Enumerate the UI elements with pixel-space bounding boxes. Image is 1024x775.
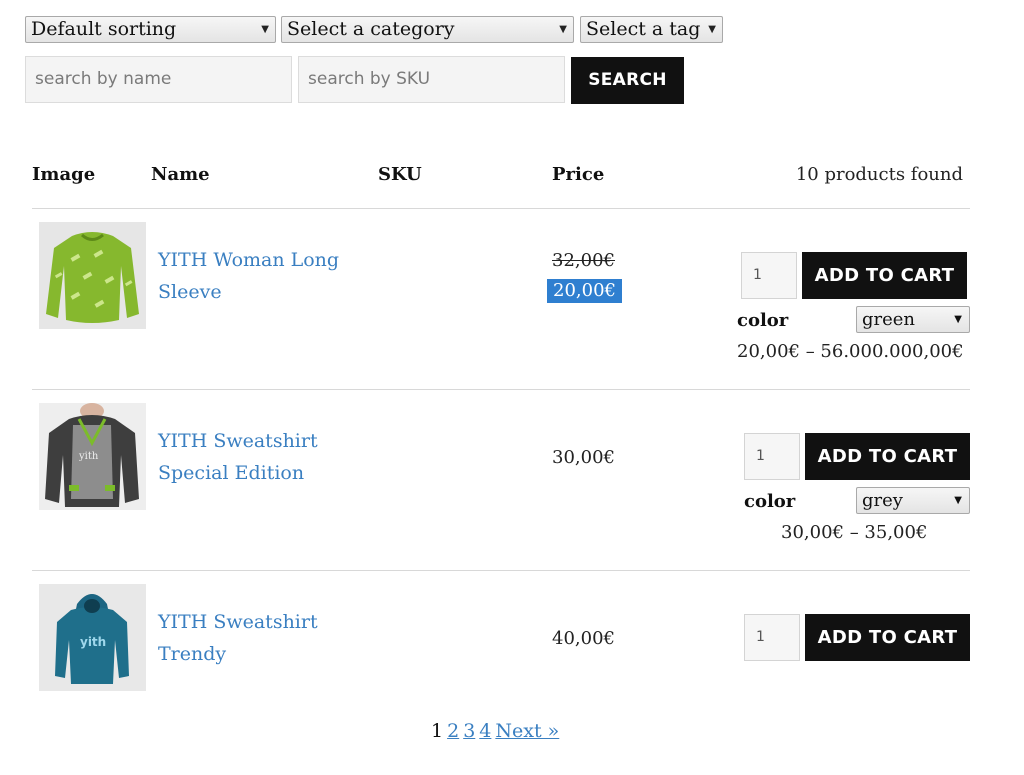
category-select[interactable]: Select a category ▼ [281,16,574,43]
price-range: 30,00€ – 35,00€ [781,522,928,543]
hoodie-icon: yith [39,403,146,510]
color-select-value: grey [862,490,903,511]
price-range: 20,00€ – 56.000.000,00€ [737,341,964,362]
header-sku: SKU [378,164,422,185]
category-select-value: Select a category [287,18,455,40]
quantity-input[interactable]: 1 [741,252,797,299]
original-price: 32,00€ [552,250,615,271]
product-name-link[interactable]: YITH Sweatshirt Special Edition [158,425,358,489]
svg-text:yith: yith [80,635,106,649]
product-name-line2: Special Edition [158,462,305,484]
color-select[interactable]: green ▼ [856,306,970,333]
chevron-down-icon: ▼ [559,24,567,35]
chevron-down-icon: ▼ [954,495,962,506]
product-name-line1: YITH Woman Long [158,249,340,271]
tag-select-value: Select a tag [586,18,701,40]
quantity-value: 1 [756,448,765,464]
price: 30,00€ [552,447,615,468]
search-by-sku-input[interactable]: search by SKU [298,56,565,103]
header-price: Price [552,164,605,185]
add-to-cart-button[interactable]: ADD TO CART [805,614,970,661]
sorting-select-value: Default sorting [31,18,177,40]
search-by-sku-placeholder: search by SKU [308,69,431,89]
table-row: yith YITH Sweatshirt Trendy 40,00€ 1 ADD… [32,571,970,701]
product-image[interactable] [39,222,146,329]
page-link-2[interactable]: 2 [447,720,459,742]
search-button[interactable]: SEARCH [571,57,684,104]
header-name: Name [151,164,210,185]
quantity-value: 1 [753,267,762,283]
add-to-cart-button[interactable]: ADD TO CART [805,433,970,480]
search-by-name-input[interactable]: search by name [25,56,292,103]
chevron-down-icon: ▼ [708,24,716,35]
search-by-name-placeholder: search by name [35,69,172,89]
page-link-3[interactable]: 3 [463,720,475,742]
color-select-value: green [862,309,916,330]
color-select[interactable]: grey ▼ [856,487,970,514]
product-name-line1: YITH Sweatshirt [158,611,318,633]
table-row: YITH Woman Long Sleeve 32,00€ 20,00€ 1 A… [32,209,970,389]
sorting-select[interactable]: Default sorting ▼ [25,16,276,43]
product-image[interactable]: yith [39,584,146,691]
header-image: Image [32,164,96,185]
quantity-value: 1 [756,629,765,645]
quantity-input[interactable]: 1 [744,433,800,480]
add-to-cart-button[interactable]: ADD TO CART [802,252,967,299]
pagination: 1 2 3 4 Next » [431,720,631,742]
current-page: 1 [431,720,444,742]
page-link-4[interactable]: 4 [479,720,491,742]
price: 40,00€ [552,628,615,649]
hoodie-icon: yith [39,584,146,691]
product-name-line1: YITH Sweatshirt [158,430,318,452]
sale-price: 20,00€ [547,279,622,303]
quantity-input[interactable]: 1 [744,614,800,661]
products-found-count: 10 products found [795,164,963,185]
product-name-line2: Sleeve [158,281,222,303]
next-page-link[interactable]: Next » [495,720,559,742]
tag-select[interactable]: Select a tag ▼ [580,16,723,43]
chevron-down-icon: ▼ [954,314,962,325]
product-name-link[interactable]: YITH Woman Long Sleeve [158,244,358,308]
product-name-line2: Trendy [158,643,227,665]
product-image[interactable]: yith [39,403,146,510]
svg-text:yith: yith [78,451,99,462]
product-name-link[interactable]: YITH Sweatshirt Trendy [158,606,358,670]
long-sleeve-shirt-icon [39,222,146,329]
attribute-label: color [737,310,789,331]
table-row: yith YITH Sweatshirt Special Edition 30,… [32,390,970,570]
chevron-down-icon: ▼ [261,24,269,35]
attribute-label: color [744,491,796,512]
